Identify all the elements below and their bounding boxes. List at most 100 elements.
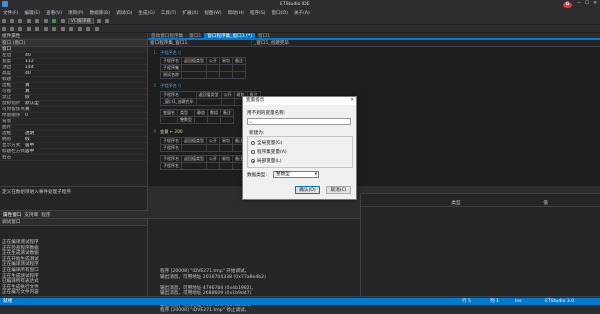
logo-icon: G	[563, 2, 572, 8]
scope-radio-group: 全局变量(G) 程序集变量(A) 局部变量(L)	[247, 136, 353, 168]
variable-name-input[interactable]: _	[247, 118, 351, 125]
radio-local[interactable]: 局部变量(L)	[251, 158, 282, 164]
undo-icon[interactable]	[35, 19, 40, 23]
ok-button[interactable]: 确认(O)	[295, 186, 320, 194]
menu-view[interactable]: 查看(V)	[46, 10, 62, 16]
run-icon[interactable]	[52, 19, 57, 23]
compiler-select[interactable]: VC编译器	[67, 18, 94, 24]
minimize-button[interactable]: —	[576, 1, 582, 7]
outdent-icon[interactable]	[52, 27, 57, 31]
menu-help[interactable]: 帮助(H)	[228, 10, 244, 16]
property-panel: 组件属性 窗口 (窗口) 窗口 左边 40 宽度 112 顶边 144 高度 40 标题…	[0, 33, 148, 186]
watch-col-value: 值	[543, 201, 548, 206]
radio-button[interactable]	[251, 150, 255, 154]
tab-window1-design[interactable]: 窗口1	[255, 33, 273, 39]
menu-build[interactable]: 生成(G)	[138, 10, 154, 16]
assembly-selector[interactable]: 窗口程序集_窗口1	[148, 40, 252, 46]
menu-program[interactable]: 程序(S)	[250, 10, 266, 16]
tab-support-library[interactable]: 支持库	[24, 212, 38, 218]
step-icon[interactable]	[94, 27, 99, 31]
radio-button[interactable]	[251, 141, 255, 145]
property-panel-header: 组件属性	[0, 33, 147, 40]
code-line[interactable]: 子程序名 ()	[160, 50, 181, 56]
find-icon[interactable]	[26, 27, 31, 31]
menu-edit[interactable]: 编辑(E)	[24, 10, 40, 16]
subroutine-table[interactable]: 子程序名 返回值类型 公开 易包 备注 子程序名	[160, 137, 246, 152]
menu-project[interactable]: 项目(P)	[68, 10, 84, 16]
build-icon[interactable]	[96, 19, 101, 23]
code-line[interactable]: 变量 ← 200	[160, 129, 183, 135]
code-line[interactable]: 子程序名 ()	[160, 83, 181, 89]
close-button[interactable]: ✕	[592, 1, 598, 7]
menu-extensions[interactable]: 扩展(X)	[182, 10, 198, 16]
toolbar-main: VC编译器	[0, 17, 600, 25]
menu-database[interactable]: 数据库(B)	[90, 10, 111, 16]
tab-properties[interactable]: 属性窗口	[3, 212, 21, 218]
subroutine-selector[interactable]: _窗口1_创建完毕	[252, 40, 356, 46]
copy-icon[interactable]	[9, 27, 14, 31]
line-number: 1	[153, 50, 156, 55]
radio-global[interactable]: 全局变量(G)	[251, 140, 283, 146]
breakpoint-icon[interactable]	[86, 27, 91, 31]
indent-icon[interactable]	[43, 27, 48, 31]
dialog-title-bar: 变量提示 ✕	[243, 97, 356, 105]
menu-file[interactable]: 文件(F)	[3, 10, 18, 16]
chevron-down-icon: ▾	[314, 172, 317, 177]
assembly-table[interactable]: 子程序名 返回值类型 公开 易包 备注 子程序集 测试名称	[160, 57, 246, 79]
tab-window1[interactable]: 窗口1	[186, 33, 204, 39]
component-selector[interactable]: 窗口 (窗口)	[0, 40, 147, 47]
replace-icon[interactable]	[35, 27, 40, 31]
save-all-icon[interactable]	[26, 19, 31, 23]
radio-button-selected[interactable]	[251, 159, 255, 163]
dialog-prompt: 用不到的变量名称:	[247, 111, 286, 116]
status-app: ETStudio 3.0	[545, 299, 575, 304]
debug-icon[interactable]	[105, 19, 110, 23]
debug-output-panel: 调试窗口 正在编译测试程序 正在检查程序数据 正在生成测试数据 正在开始生成测试…	[0, 218, 148, 297]
tab-program[interactable]: 程序	[41, 212, 50, 218]
bookmark-icon[interactable]	[77, 27, 82, 31]
tab-startup-window[interactable]: 启动窗口程序集	[148, 33, 186, 39]
app-icon	[2, 1, 8, 7]
menu-debug[interactable]: 调试(D)	[116, 10, 132, 16]
menu-window[interactable]: 窗口(O)	[272, 10, 288, 16]
paste-icon[interactable]	[18, 27, 23, 31]
left-panel-tabs: 属性窗口 支持库 程序	[0, 210, 148, 218]
dialog-close-button[interactable]: ✕	[350, 97, 354, 105]
variable-table[interactable]: 变量名 类型 静态 数组 备注 整数型	[160, 109, 234, 124]
cancel-button[interactable]: 取消(C)	[326, 186, 351, 194]
variable-prompt-dialog: 变量提示 ✕ 用不到的变量名称: _ 新建为: 全局变量(G) 程序集变量(A)…	[242, 96, 357, 200]
redo-icon[interactable]	[43, 19, 48, 23]
watch-col-type: 类型	[451, 201, 461, 206]
new-file-icon[interactable]	[1, 19, 6, 23]
uncomment-icon[interactable]	[69, 27, 74, 31]
window-title: ETStudio IDE	[280, 2, 310, 7]
status-insert-mode: Ins	[515, 299, 522, 304]
stop-icon[interactable]	[60, 19, 65, 23]
property-description: 定义在数组项进入事件处理子程序	[0, 186, 148, 210]
variable-watch-panel: 类型 值	[360, 193, 600, 297]
menu-about[interactable]: 关于(A)	[294, 10, 310, 16]
output-line: 程序 [20008] "IDVE271.tmp" 停止调试。	[160, 308, 250, 314]
radio-assembly[interactable]: 程序集变量(A)	[251, 149, 287, 155]
menu-tools[interactable]: 工具(T)	[161, 10, 177, 16]
property-row[interactable]: 右击	[0, 155, 147, 161]
comment-icon[interactable]	[60, 27, 65, 31]
property-list: 左边 40 宽度 112 顶边 144 高度 40 标题 边框真 可视真 禁止假 鼠标指…	[0, 53, 147, 161]
title-bar: ETStudio IDE G — ☐ ✕	[0, 0, 600, 9]
status-bar: 就绪 行 5 列 1 Ins ETStudio 3.0	[0, 298, 600, 305]
save-icon[interactable]	[18, 19, 23, 23]
output-panel: 程序 [20008] "IDVE271.tmp" 开始调试。 输出消息，可用地址…	[148, 218, 360, 313]
toolbar-secondary	[0, 25, 600, 33]
cut-icon[interactable]	[1, 27, 6, 31]
status-col: 列 1	[490, 299, 499, 304]
subroutine-table[interactable]: 子程序名 返回值类型 公开 易包 备注 子程序名	[160, 155, 246, 170]
data-type-label: 数据类型:	[247, 173, 267, 178]
open-file-icon[interactable]	[9, 19, 14, 23]
maximize-button[interactable]: ☐	[584, 1, 590, 7]
code-area[interactable]: 1 子程序名 () 子程序名 返回值类型 公开 易包 备注 子程序集 测试名称 5 子程…	[148, 47, 600, 186]
menu-window-view[interactable]: 视图(W)	[204, 10, 221, 16]
code-editor: 启动窗口程序集 窗口1 窗口程序集_窗口1 (*) 窗口1 窗口程序集_窗口1 …	[148, 33, 600, 186]
debug-panel-header: 调试窗口	[0, 219, 147, 226]
tab-window1-assembly[interactable]: 窗口程序集_窗口1 (*)	[204, 33, 256, 39]
data-type-select[interactable]: 整数型 ▾	[273, 171, 319, 178]
